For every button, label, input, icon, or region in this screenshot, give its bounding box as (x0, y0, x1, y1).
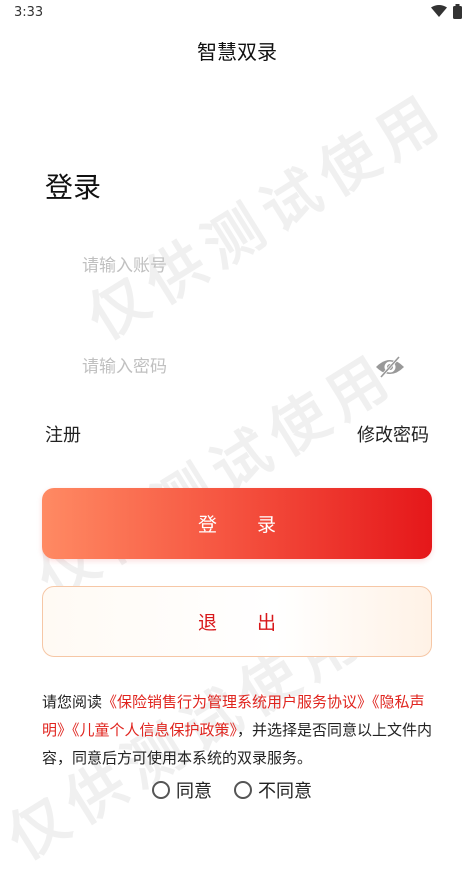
status-bar: 3:33 (0, 0, 474, 26)
service-agreement-link[interactable]: 《保险销售行为管理系统用户服务协议》 (102, 693, 372, 711)
status-time: 3:33 (14, 5, 44, 20)
change-password-link[interactable]: 修改密码 (357, 421, 429, 447)
agree-label: 同意 (176, 781, 212, 802)
watermark: 仅供测试使用 (75, 79, 458, 354)
page-title: 智慧双录 (197, 40, 277, 64)
register-link[interactable]: 注册 (45, 421, 81, 447)
child-privacy-policy-link[interactable]: 《儿童个人信息保护政策》 (72, 721, 237, 739)
login-heading: 登录 (45, 171, 102, 204)
disagree-radio[interactable] (234, 781, 252, 799)
account-input[interactable] (42, 255, 384, 277)
wifi-icon (431, 5, 447, 17)
disagree-option[interactable]: 不同意 (234, 777, 312, 803)
agreement-text: 请您阅读《保险销售行为管理系统用户服务协议》《隐私声明》《儿童个人信息保护政策》… (42, 688, 434, 772)
agreement-choices: 同意 不同意 (152, 777, 312, 803)
agreement-prefix: 请您阅读 (42, 693, 103, 711)
exit-button[interactable]: 退出 (42, 586, 432, 657)
disagree-label: 不同意 (258, 781, 312, 802)
login-button[interactable]: 登录 (42, 488, 432, 559)
password-input[interactable] (42, 356, 384, 378)
agree-radio[interactable] (152, 781, 170, 799)
eye-off-icon[interactable] (374, 355, 406, 379)
password-field[interactable] (42, 343, 432, 391)
battery-icon (453, 4, 462, 19)
account-field[interactable] (42, 242, 432, 290)
agree-option[interactable]: 同意 (152, 777, 212, 803)
